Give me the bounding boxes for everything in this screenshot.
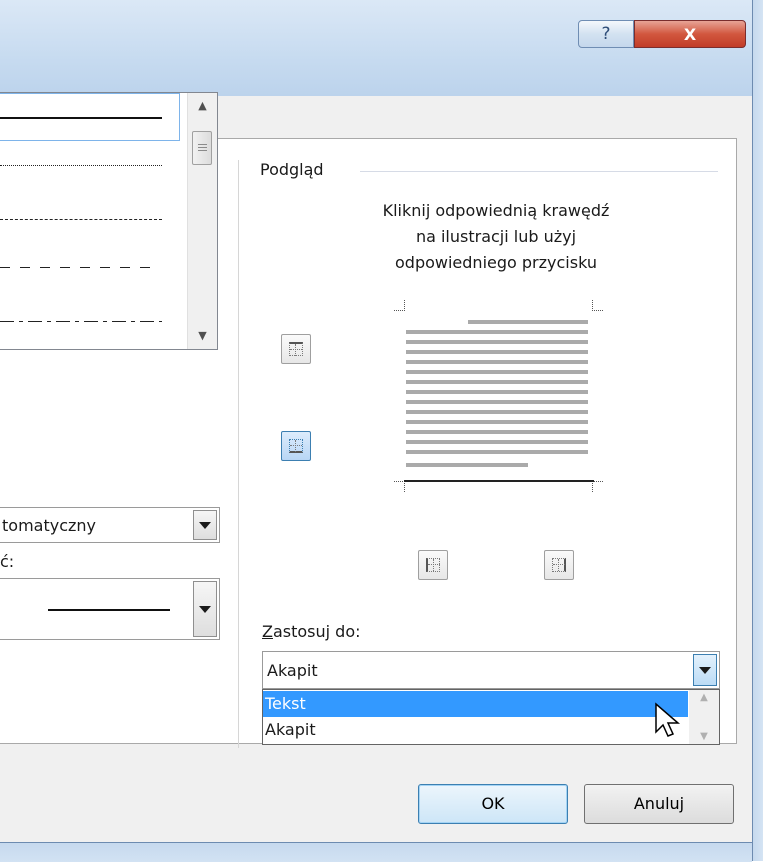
style-item-solid[interactable] — [0, 93, 180, 141]
bottom-border-icon — [289, 439, 303, 453]
window-frame-bottom — [0, 842, 752, 862]
style-item-dashed-small[interactable] — [0, 195, 180, 243]
scroll-up-icon[interactable]: ▲ — [188, 93, 217, 119]
preview-title: Podgląd — [260, 160, 324, 179]
style-item-dotted[interactable] — [0, 141, 180, 189]
section-divider — [238, 160, 239, 748]
preview-hint: Kliknij odpowiednią krawędź na ilustracj… — [382, 201, 610, 272]
apply-to-label: Zastosuj do: — [262, 622, 361, 641]
options-scrollbar[interactable]: ▲ ▼ — [689, 690, 719, 744]
close-button[interactable]: X — [634, 20, 746, 48]
border-style-list[interactable]: ▲ ▼ — [0, 92, 218, 350]
color-dropdown-button[interactable] — [193, 510, 217, 540]
preview-rule — [360, 171, 718, 172]
left-border-icon — [426, 558, 440, 572]
bottom-border-button[interactable] — [281, 431, 311, 461]
style-list-scrollbar[interactable]: ▲ ▼ — [187, 93, 217, 349]
apply-to-options-list[interactable]: Tekst Akapit ▲ ▼ — [262, 689, 720, 745]
chevron-down-icon — [699, 666, 711, 674]
left-border-button[interactable] — [418, 550, 448, 580]
top-border-icon — [289, 342, 303, 356]
width-dropdown-button[interactable] — [193, 581, 217, 637]
option-akapit[interactable]: Akapit — [263, 717, 688, 743]
ok-button[interactable]: OK — [418, 784, 568, 824]
title-bar — [0, 0, 753, 97]
scroll-thumb[interactable] — [192, 131, 212, 165]
help-icon: ? — [601, 24, 611, 44]
apply-to-combo[interactable]: Akapit — [262, 651, 720, 689]
scroll-down-icon[interactable]: ▼ — [188, 323, 217, 349]
width-label: ć: — [0, 552, 15, 571]
apply-to-dropdown-button[interactable] — [693, 654, 717, 686]
chevron-down-icon — [199, 521, 211, 529]
preview-bottom-border — [404, 480, 594, 482]
right-border-icon — [552, 558, 566, 572]
close-icon: X — [683, 24, 697, 44]
style-item-dashed-large[interactable] — [0, 243, 180, 291]
right-border-button[interactable] — [544, 550, 574, 580]
width-combo[interactable] — [0, 578, 220, 640]
mouse-cursor-icon — [655, 702, 681, 737]
scroll-up-icon[interactable]: ▲ — [689, 692, 719, 703]
help-button[interactable]: ? — [578, 20, 634, 48]
window-frame-right — [752, 0, 763, 861]
color-combo[interactable]: tomatyczny — [0, 507, 220, 543]
chevron-down-icon — [199, 605, 211, 613]
scroll-down-icon[interactable]: ▼ — [689, 731, 719, 742]
top-border-button[interactable] — [281, 334, 311, 364]
style-item-dash-dot[interactable] — [0, 297, 180, 345]
option-tekst[interactable]: Tekst — [263, 691, 688, 717]
cancel-button[interactable]: Anuluj — [584, 784, 734, 824]
